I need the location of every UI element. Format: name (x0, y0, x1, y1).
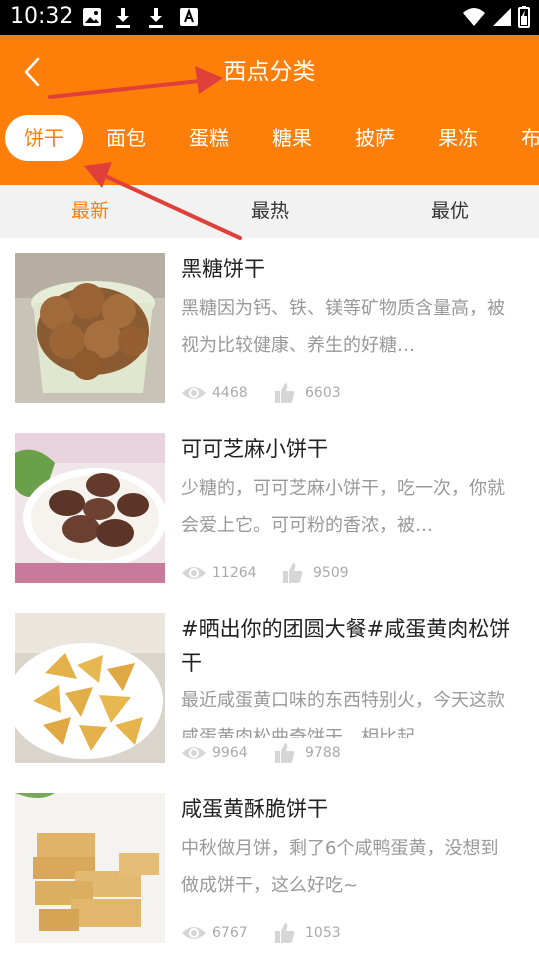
recipe-thumbnail (15, 253, 165, 403)
recipe-thumbnail (15, 433, 165, 583)
thumbs-up-icon (275, 383, 295, 403)
recipe-card[interactable]: 黑糖饼干 黑糖因为钙、铁、镁等矿物质含量高，被视为比较健康、养生的好糖… 446… (0, 238, 539, 418)
sort-bar: 最新 最热 最优 (0, 185, 539, 238)
recipe-title: 黑糖饼干 (181, 257, 265, 281)
font-icon (180, 8, 198, 26)
thumbs-up-icon (283, 563, 303, 583)
eye-icon (182, 387, 206, 399)
page-title: 西点分类 (223, 59, 316, 85)
download-icon (116, 8, 130, 28)
like-count-value: 9509 (313, 565, 349, 581)
status-time: 10:32 (10, 4, 74, 29)
category-tab-candy[interactable]: 糖果 (272, 115, 312, 161)
sort-tab-best[interactable]: 最优 (390, 185, 510, 238)
like-count-value: 9788 (305, 745, 341, 761)
category-tabs: 饼干 面包 蛋糕 糖果 披萨 果冻 布 (0, 115, 539, 165)
header: 西点分类 饼干 面包 蛋糕 糖果 披萨 果冻 布 (0, 35, 539, 185)
download-icon (149, 8, 163, 28)
like-count-value: 1053 (305, 925, 341, 941)
like-count-value: 6603 (305, 385, 341, 401)
recipe-description: 黑糖因为钙、铁、镁等矿物质含量高，被视为比较健康、养生的好糖… (181, 298, 505, 356)
status-bar: 10:32 (0, 0, 539, 35)
sort-tab-newest[interactable]: 最新 (30, 185, 150, 238)
view-count-value: 4468 (212, 385, 248, 401)
signal-icon (493, 8, 511, 26)
category-tab-jelly[interactable]: 果冻 (438, 115, 478, 161)
recipe-title: #晒出你的团圆大餐#咸蛋黄肉松饼干 (181, 617, 511, 675)
category-tab-pizza[interactable]: 披萨 (355, 115, 395, 161)
category-tab-cake[interactable]: 蛋糕 (189, 115, 229, 161)
recipe-thumbnail (15, 613, 165, 763)
eye-icon (182, 567, 206, 579)
wifi-icon (463, 8, 485, 26)
recipe-description: 中秋做月饼，剩了6个咸鸭蛋黄，没想到做成饼干，这么好吃~ (181, 838, 499, 896)
recipe-card[interactable]: 咸蛋黄酥脆饼干 中秋做月饼，剩了6个咸鸭蛋黄，没想到做成饼干，这么好吃~ 676… (0, 778, 539, 958)
recipe-list: 黑糖饼干 黑糖因为钙、铁、镁等矿物质含量高，被视为比较健康、养生的好糖… 446… (0, 238, 539, 958)
view-count-value: 11264 (212, 565, 257, 581)
sort-tab-hottest[interactable]: 最热 (210, 185, 330, 238)
eye-icon (182, 927, 206, 939)
category-tab-bread[interactable]: 面包 (106, 115, 146, 161)
thumbs-up-icon (275, 923, 295, 943)
view-count-value: 6767 (212, 925, 248, 941)
category-tab-pudding[interactable]: 布 (521, 115, 539, 161)
recipe-description: 最近咸蛋黄口味的东西特别火，今天这款咸蛋黄肉松曲奇饼干，相比起 (181, 690, 505, 738)
thumbs-up-icon (275, 743, 295, 763)
category-tab-biscuits[interactable]: 饼干 (5, 115, 83, 161)
recipe-description: 少糖的，可可芝麻小饼干，吃一次，你就会爱上它。可可粉的香浓，被… (181, 478, 505, 536)
image-icon (83, 8, 101, 26)
eye-icon (182, 747, 206, 759)
view-count-value: 9964 (212, 745, 248, 761)
recipe-card[interactable]: #晒出你的团圆大餐#咸蛋黄肉松饼干 最近咸蛋黄口味的东西特别火，今天这款咸蛋黄肉… (0, 598, 539, 778)
recipe-title: 咸蛋黄酥脆饼干 (181, 797, 328, 821)
recipe-card[interactable]: 可可芝麻小饼干 少糖的，可可芝麻小饼干，吃一次，你就会爱上它。可可粉的香浓，被…… (0, 418, 539, 598)
recipe-title: 可可芝麻小饼干 (181, 437, 328, 461)
battery-icon (518, 6, 530, 28)
recipe-thumbnail (15, 793, 165, 943)
